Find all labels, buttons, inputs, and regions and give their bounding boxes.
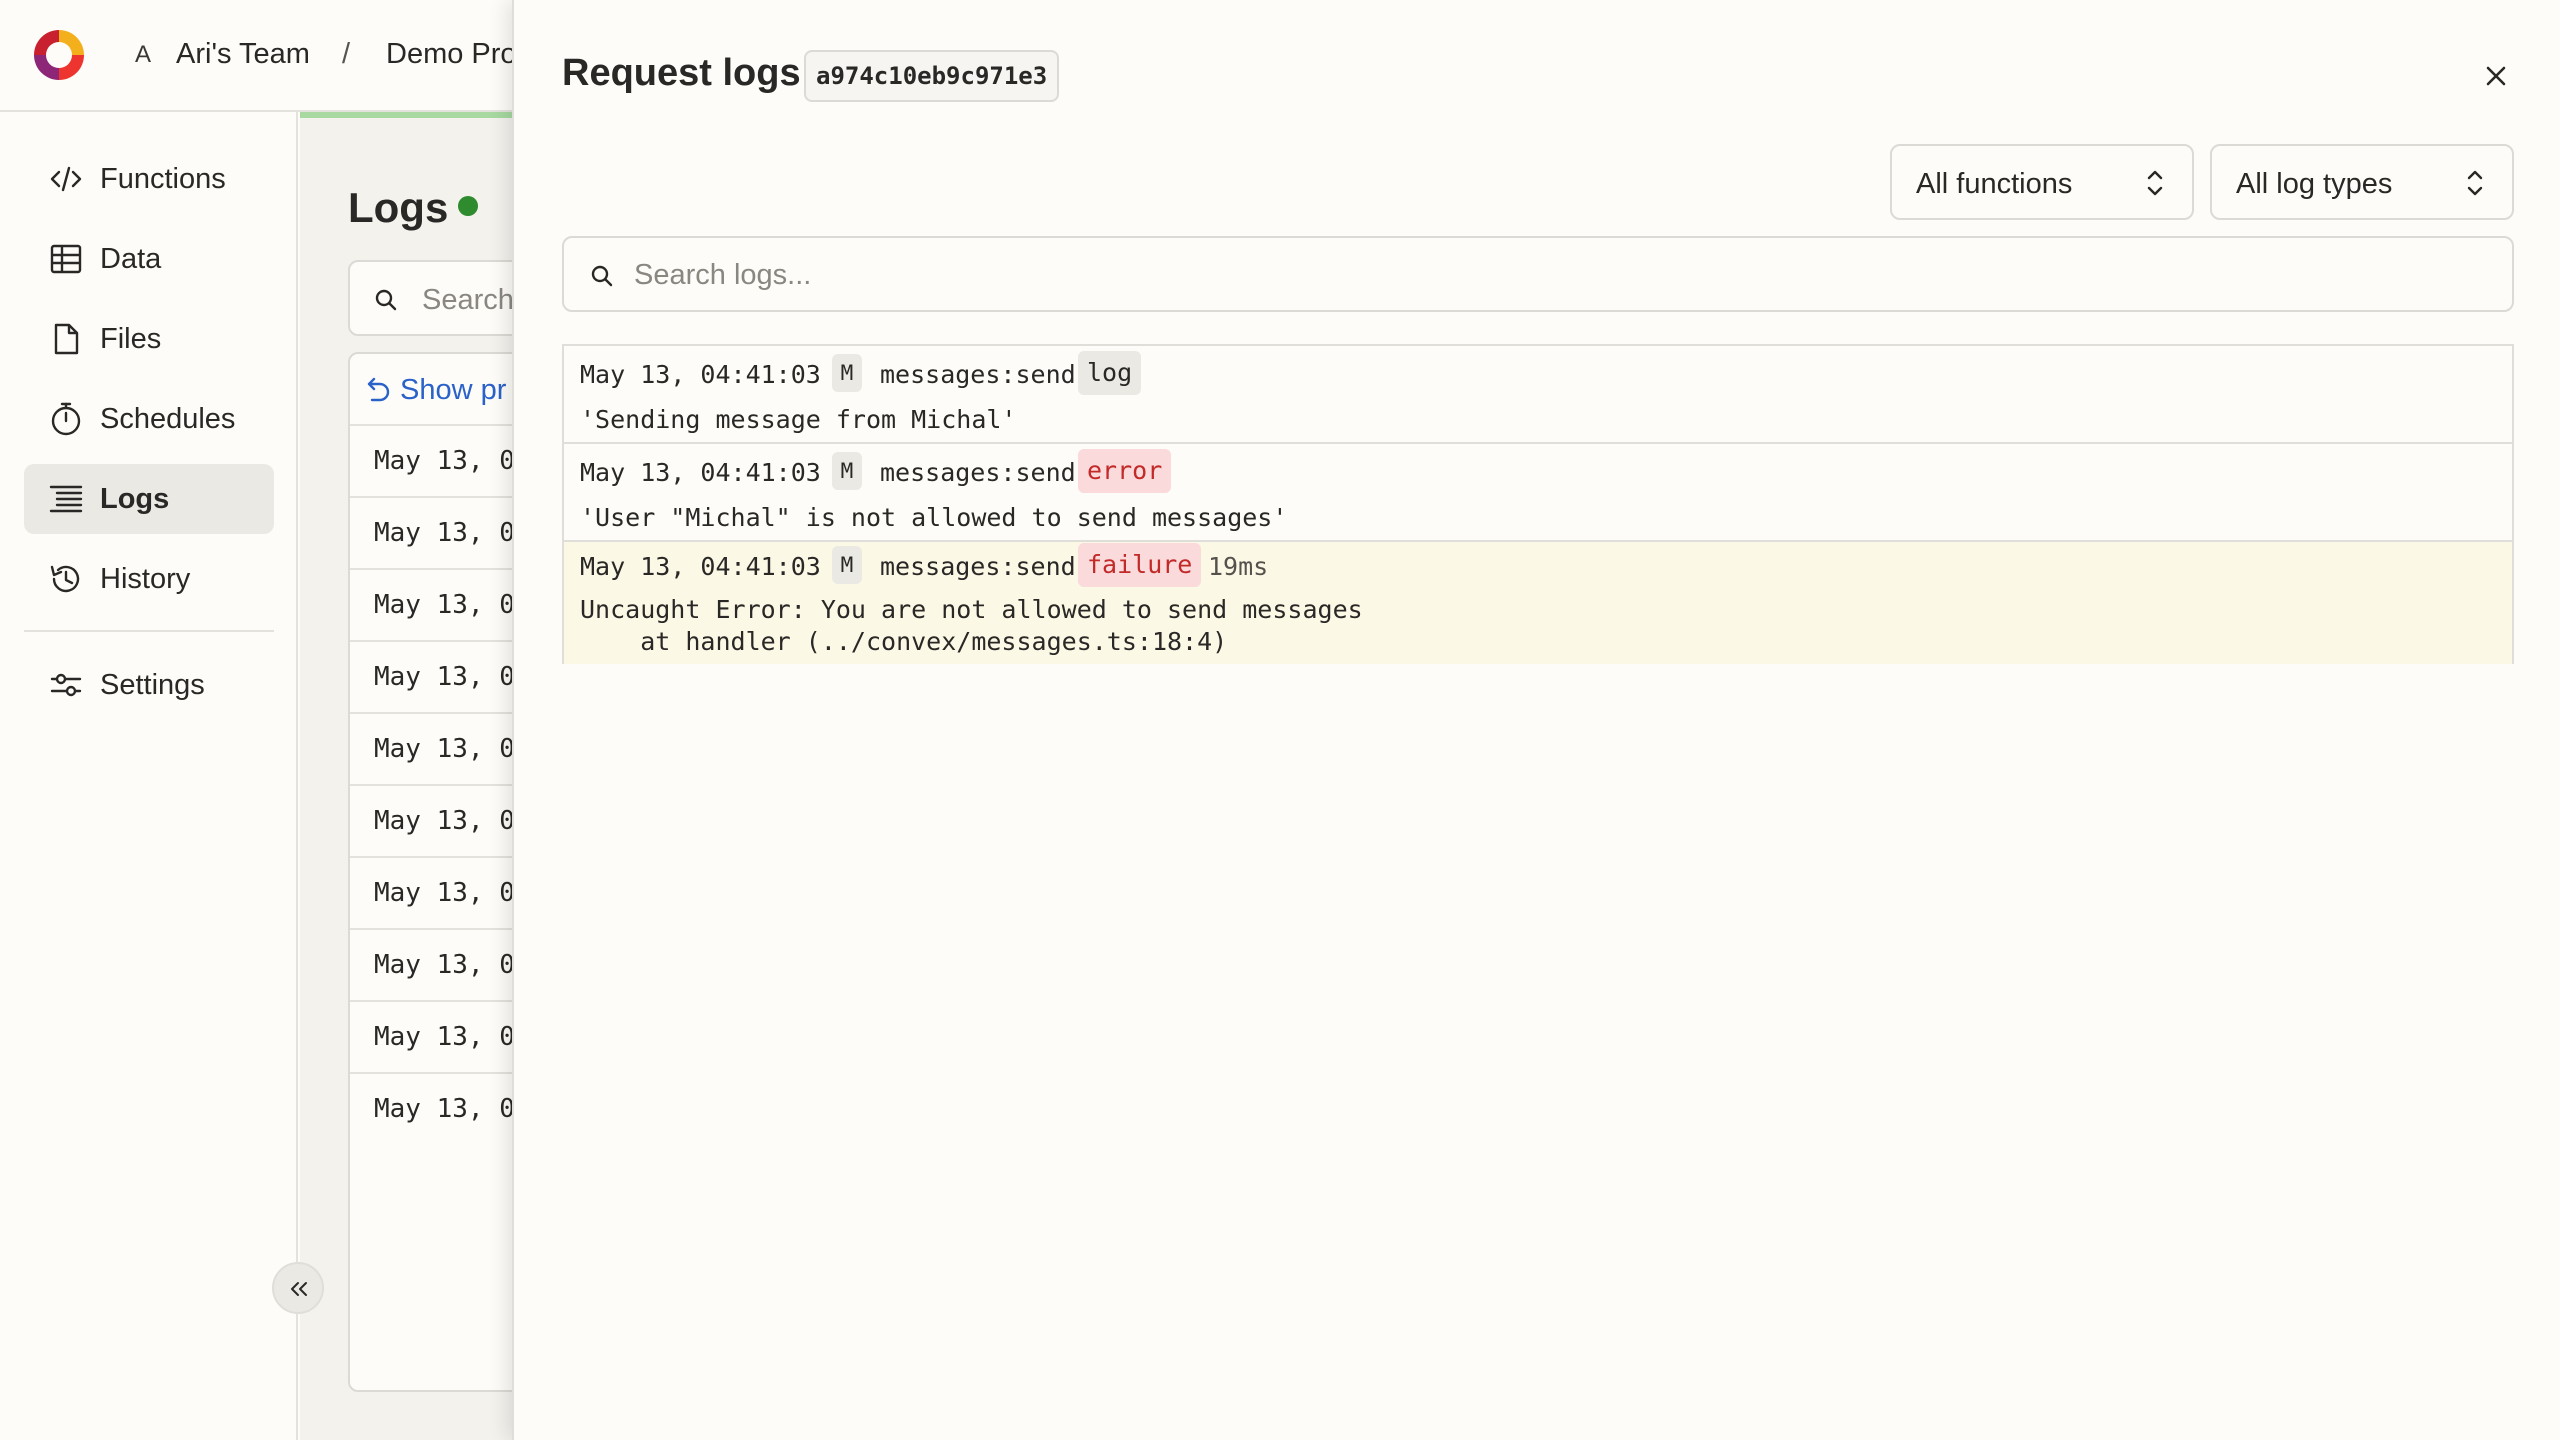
log-types-filter-label: All log types: [2236, 168, 2393, 200]
chevron-up-down-icon: [2467, 170, 2483, 196]
sidebar-item-label: Schedules: [100, 402, 236, 435]
sidebar-item-settings[interactable]: Settings: [24, 650, 274, 720]
log-entry[interactable]: May 13, 04:41:03 M messages:send log 'Se…: [564, 346, 2512, 444]
function-name: messages:send: [880, 458, 1076, 487]
request-log-entries: May 13, 04:41:03 M messages:send log 'Se…: [562, 344, 2514, 664]
table-icon: [50, 244, 82, 274]
execution-duration: 19ms: [1208, 552, 1269, 581]
sidebar-item-logs[interactable]: Logs: [24, 464, 274, 534]
search-icon: [375, 289, 397, 311]
sliders-icon: [50, 673, 82, 697]
sidebar-item-label: History: [100, 562, 191, 595]
page-title: Logs: [348, 184, 449, 231]
sidebar-divider: [24, 630, 274, 632]
live-indicator: [458, 196, 478, 216]
loading-bar: [300, 112, 520, 118]
project-name[interactable]: Demo Pro: [386, 38, 517, 71]
log-types-filter-select[interactable]: All log types: [2210, 144, 2514, 220]
log-timestamp: May 13, 04:41:03: [580, 458, 821, 487]
udf-type-badge: M: [832, 546, 862, 584]
udf-type-badge: M: [832, 452, 862, 490]
file-icon: [54, 323, 79, 355]
close-icon[interactable]: [2476, 56, 2516, 96]
log-stack-trace: at handler (../convex/messages.ts:18:4): [580, 627, 1228, 656]
sidebar-item-data[interactable]: Data: [24, 224, 274, 294]
stopwatch-icon: [51, 402, 81, 436]
breadcrumb-separator: /: [342, 38, 351, 70]
functions-filter-label: All functions: [1916, 168, 2073, 200]
request-logs-panel: Request logs a974c10eb9c971e3 All functi…: [512, 0, 2560, 1440]
chevrons-left-icon: [291, 1282, 307, 1296]
search-logs-input[interactable]: [634, 252, 2494, 298]
sidebar-item-label: Files: [100, 322, 162, 355]
functions-filter-select[interactable]: All functions: [1890, 144, 2194, 220]
collapse-sidebar-button[interactable]: [272, 1262, 324, 1314]
chevron-up-down-icon: [2147, 170, 2163, 196]
log-message: 'Sending message from Michal': [580, 405, 1017, 434]
sidebar-item-label: Settings: [100, 668, 205, 701]
team-name[interactable]: Ari's Team: [176, 38, 310, 71]
convex-logo-icon[interactable]: [30, 26, 88, 84]
panel-title: Request logs: [562, 52, 801, 94]
log-type-badge: error: [1078, 449, 1172, 493]
show-previous-label: Show pr: [400, 374, 507, 406]
log-entry[interactable]: May 13, 04:41:03 M messages:send failure…: [564, 542, 2512, 664]
udf-type-badge: M: [832, 354, 862, 392]
log-timestamp: May 13, 04:41:03: [580, 552, 821, 581]
function-name: messages:send: [880, 360, 1076, 389]
sidebar-item-files[interactable]: Files: [24, 304, 274, 374]
log-entry[interactable]: May 13, 04:41:03 M messages:send error '…: [564, 444, 2512, 542]
search-logs-field[interactable]: [562, 236, 2514, 312]
code-icon: [50, 166, 82, 192]
sidebar-item-label: Data: [100, 242, 162, 275]
log-timestamp: May 13, 04:41:03: [580, 360, 821, 389]
sidebar-item-label: Logs: [100, 482, 170, 515]
history-icon: [50, 565, 80, 593]
log-type-badge: log: [1078, 351, 1142, 395]
sidebar-item-history[interactable]: History: [24, 544, 274, 614]
log-message: Uncaught Error: You are not allowed to s…: [580, 595, 1363, 624]
search-icon: [591, 265, 613, 287]
log-type-badge: failure: [1078, 543, 1202, 587]
search-placeholder: Search: [422, 284, 514, 316]
request-id-badge: a974c10eb9c971e3: [804, 50, 1060, 102]
log-message: 'User "Michal" is not allowed to send me…: [580, 503, 1288, 532]
sidebar-item-schedules[interactable]: Schedules: [24, 384, 274, 454]
sidebar: Functions Data Files Schedules Logs Hist…: [0, 112, 298, 1440]
function-name: messages:send: [880, 552, 1076, 581]
sidebar-item-label: Functions: [100, 162, 226, 195]
sidebar-item-functions[interactable]: Functions: [24, 144, 274, 214]
team-avatar[interactable]: A: [126, 38, 160, 72]
list-icon: [49, 485, 83, 513]
undo-icon: [367, 377, 390, 402]
